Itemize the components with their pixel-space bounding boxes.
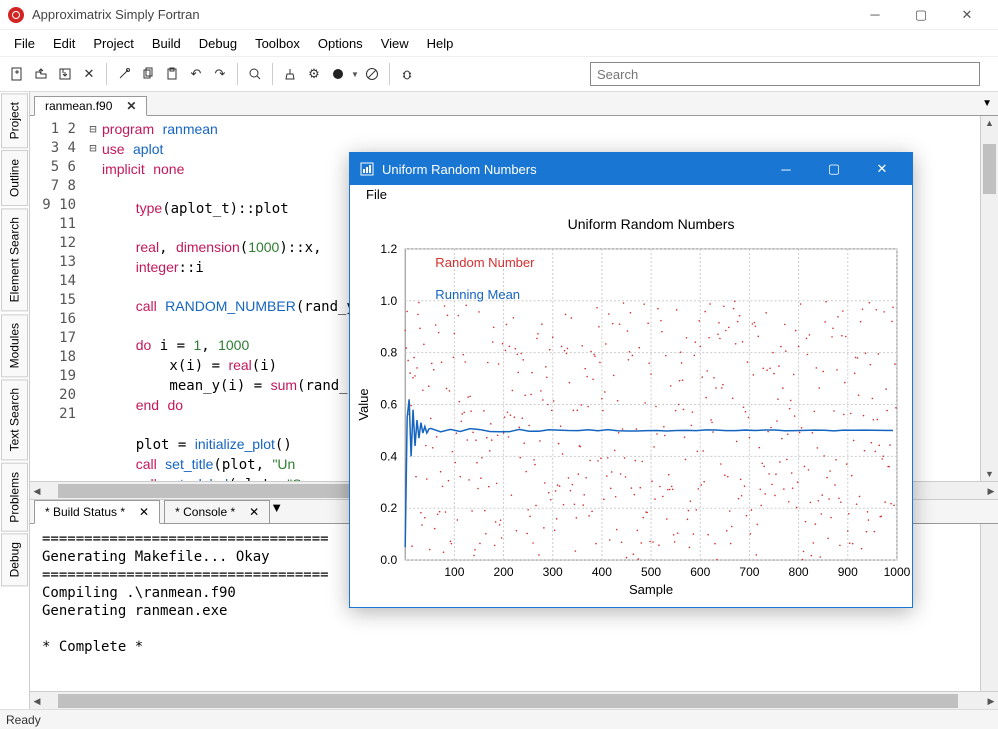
minimize-button[interactable]: ─ <box>852 0 898 30</box>
plot-title: Uniform Random Numbers <box>382 162 758 177</box>
broom-icon[interactable] <box>279 63 301 85</box>
console-vertical-scrollbar[interactable] <box>980 524 998 691</box>
tab-ranmean[interactable]: ranmean.f90 ✕ <box>34 96 147 116</box>
panel-element-search[interactable]: Element Search <box>1 208 28 311</box>
plot-menu-file[interactable]: File <box>358 185 395 204</box>
svg-text:0.0: 0.0 <box>380 553 397 567</box>
menu-project[interactable]: Project <box>85 33 141 54</box>
run-dropdown-icon[interactable]: ▼ <box>351 70 359 79</box>
svg-text:0.4: 0.4 <box>380 449 397 463</box>
svg-text:800: 800 <box>789 565 809 579</box>
gear-icon[interactable]: ⚙ <box>303 63 325 85</box>
tab-build-status[interactable]: * Build Status * ✕ <box>34 500 160 524</box>
open-icon[interactable] <box>30 63 52 85</box>
svg-text:1000: 1000 <box>884 565 911 579</box>
menu-toolbox[interactable]: Toolbox <box>247 33 308 54</box>
run-icon[interactable] <box>327 63 349 85</box>
svg-text:1.2: 1.2 <box>380 242 397 256</box>
toolbar: ✕ ↶ ↷ ⚙ ▼ <box>0 56 998 92</box>
panel-outline[interactable]: Outline <box>1 150 28 206</box>
hscroll-thumb[interactable] <box>58 484 378 498</box>
copy-icon[interactable] <box>137 63 159 85</box>
svg-text:900: 900 <box>838 565 858 579</box>
svg-text:700: 700 <box>739 565 759 579</box>
app-title: Approximatrix Simply Fortran <box>32 7 852 22</box>
search-input[interactable] <box>590 62 980 86</box>
tab-label: ranmean.f90 <box>45 99 112 113</box>
tab-close-icon[interactable]: ✕ <box>249 505 259 519</box>
svg-text:1.0: 1.0 <box>380 294 397 308</box>
undo-icon[interactable]: ↶ <box>185 63 207 85</box>
tab-close-icon[interactable]: ✕ <box>139 505 149 519</box>
plot-area: Uniform Random Numbers 100 200 300 400 500 600… <box>350 207 912 607</box>
titlebar: Approximatrix Simply Fortran ─ ▢ ✕ <box>0 0 998 30</box>
svg-text:400: 400 <box>592 565 612 579</box>
panel-debug[interactable]: Debug <box>1 533 28 586</box>
menu-options[interactable]: Options <box>310 33 371 54</box>
menu-view[interactable]: View <box>373 33 417 54</box>
svg-text:600: 600 <box>690 565 710 579</box>
menu-file[interactable]: File <box>6 33 43 54</box>
wand-icon[interactable] <box>113 63 135 85</box>
maximize-button[interactable]: ▢ <box>898 0 944 30</box>
svg-text:300: 300 <box>543 565 563 579</box>
redo-icon[interactable]: ↷ <box>209 63 231 85</box>
bug-icon[interactable] <box>396 63 418 85</box>
window-controls: ─ ▢ ✕ <box>852 0 990 30</box>
plot-minimize-button[interactable]: ─ <box>766 153 806 185</box>
editor-vertical-scrollbar[interactable]: ▲ ▼ <box>980 116 998 481</box>
plot-app-icon <box>360 162 374 176</box>
line-numbers: 1 2 3 4 5 6 7 8 9 10 11 12 13 14 15 16 1… <box>30 116 84 481</box>
svg-text:Value: Value <box>356 388 371 420</box>
svg-text:Random Number: Random Number <box>435 255 535 270</box>
scroll-up-icon[interactable]: ▲ <box>981 116 998 130</box>
stop-icon[interactable] <box>361 63 383 85</box>
plot-titlebar[interactable]: Uniform Random Numbers ─ ▢ ✕ <box>350 153 912 185</box>
panel-modules[interactable]: Modules <box>1 314 28 377</box>
new-file-icon[interactable] <box>6 63 28 85</box>
scroll-down-icon[interactable]: ▼ <box>981 467 998 481</box>
svg-text:Running Mean: Running Mean <box>435 287 520 302</box>
plot-menubar: File <box>350 185 912 207</box>
status-text: Ready <box>6 713 41 727</box>
svg-text:0.2: 0.2 <box>380 501 397 515</box>
tab-close-icon[interactable]: ✕ <box>126 99 136 113</box>
panel-text-search[interactable]: Text Search <box>1 379 28 460</box>
tabs-dropdown-icon[interactable]: ▼ <box>982 98 992 109</box>
panel-project[interactable]: Project <box>1 93 28 148</box>
plot-window[interactable]: Uniform Random Numbers ─ ▢ ✕ File Unifor… <box>349 152 913 608</box>
svg-text:500: 500 <box>641 565 661 579</box>
statusbar: Ready <box>0 709 998 729</box>
fold-gutter[interactable]: ⊟ ⊟ <box>84 116 102 481</box>
menubar: File Edit Project Build Debug Toolbox Op… <box>0 30 998 56</box>
svg-text:0.6: 0.6 <box>380 398 397 412</box>
bottom-tabs-dropdown-icon[interactable]: ▼ <box>270 500 283 523</box>
menu-debug[interactable]: Debug <box>191 33 245 54</box>
panel-problems[interactable]: Problems <box>1 463 28 532</box>
scroll-left-icon[interactable]: ◀ <box>30 482 44 499</box>
save-icon[interactable] <box>54 63 76 85</box>
find-icon[interactable] <box>244 63 266 85</box>
svg-text:200: 200 <box>494 565 514 579</box>
app-logo-icon <box>8 7 24 23</box>
scroll-right-icon[interactable]: ▶ <box>984 482 998 499</box>
scroll-thumb[interactable] <box>983 144 996 194</box>
close-file-icon[interactable]: ✕ <box>78 63 100 85</box>
close-button[interactable]: ✕ <box>944 0 990 30</box>
plot-close-button[interactable]: ✕ <box>862 153 902 185</box>
svg-text:100: 100 <box>444 565 464 579</box>
menu-edit[interactable]: Edit <box>45 33 83 54</box>
plot-maximize-button[interactable]: ▢ <box>814 153 854 185</box>
chart-title: Uniform Random Numbers <box>568 216 735 232</box>
search-box <box>590 62 980 86</box>
svg-text:Sample: Sample <box>629 582 673 597</box>
svg-text:0.8: 0.8 <box>380 346 397 360</box>
tab-console[interactable]: * Console * ✕ <box>164 500 270 524</box>
menu-build[interactable]: Build <box>144 33 189 54</box>
paste-icon[interactable] <box>161 63 183 85</box>
console-horizontal-scrollbar[interactable]: ◀ ▶ <box>30 691 998 709</box>
editor-tabs: ranmean.f90 ✕ ▼ <box>30 92 998 116</box>
menu-help[interactable]: Help <box>419 33 462 54</box>
side-panels: Project Outline Element Search Modules T… <box>0 92 30 709</box>
